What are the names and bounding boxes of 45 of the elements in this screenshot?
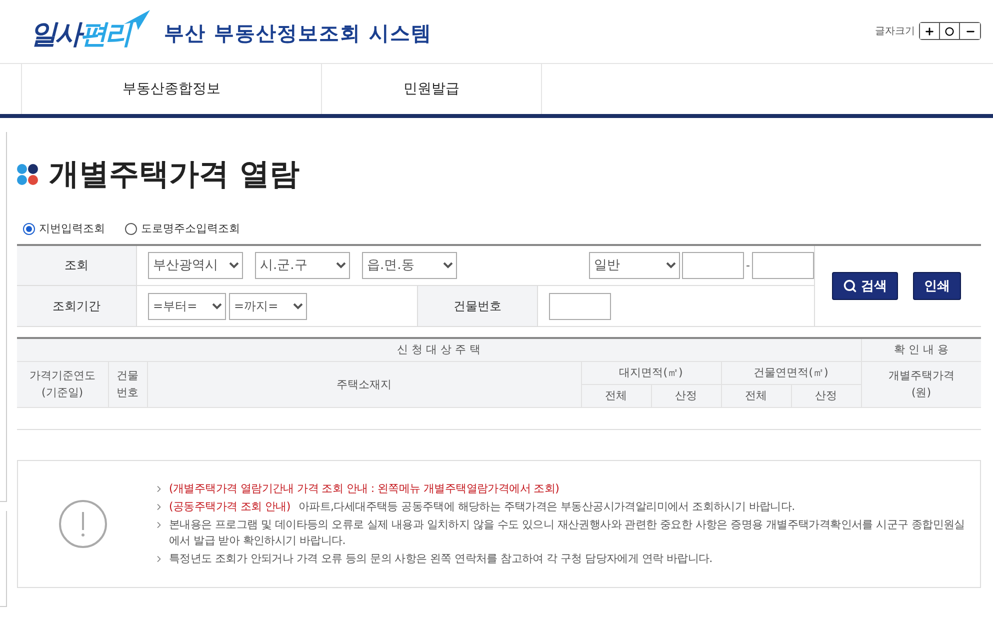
column-header: 산정 bbox=[651, 384, 721, 407]
zoom-in-button[interactable] bbox=[920, 23, 940, 39]
notice-text: (공동주택가격 조회 안내) 아파트,다세대주택등 공동주택에 해당하는 주택가격은 부동산공시가격알리미에서 조회하시기 바랍니다. bbox=[169, 498, 795, 514]
column-header: 산정 bbox=[791, 384, 861, 407]
dropdown-select[interactable]: =부터= bbox=[148, 292, 226, 320]
logo-wordmark[interactable]: 일사편리 bbox=[30, 12, 150, 52]
notice-text: 본내용은 프로그램 및 데이타등의 오류로 실제 내용과 일치하지 않을 수도 있으니 재산권행사와 관련한 중요한 사항은 증명용 개별주택가격확인서를 시군구 종합민원실에서 발급 받아 확인하시기 바랍니다. bbox=[169, 516, 966, 548]
lot-main-input[interactable] bbox=[682, 252, 744, 279]
column-header: 주택소재지 bbox=[147, 361, 581, 407]
four-dots-icon bbox=[17, 164, 40, 186]
search-button[interactable]: 검색 bbox=[832, 272, 898, 300]
dropdown-select[interactable]: 시.군.구 bbox=[255, 252, 350, 279]
column-header: 대지면적(㎡) bbox=[581, 361, 721, 384]
column-group-header: 신 청 대 상 주 택 bbox=[17, 338, 861, 361]
column-header: 건물연면적(㎡) bbox=[721, 361, 861, 384]
building-number-input[interactable] bbox=[549, 292, 612, 320]
exclamation-circle-icon bbox=[58, 498, 108, 548]
search-icon bbox=[843, 279, 857, 293]
notice-text: (개별주택가격 열람기간내 가격 조회 안내 : 왼쪽메뉴 개별주택열람가격에서 조회) bbox=[169, 480, 560, 496]
search-mode-radio[interactable]: 지번입력조회 bbox=[23, 221, 106, 236]
page-title: 개별주택가격 열람 bbox=[49, 156, 300, 194]
plus-icon bbox=[924, 26, 935, 36]
field-label: 조회기간 bbox=[17, 286, 138, 326]
column-header: 전체 bbox=[721, 384, 791, 407]
dropdown-select[interactable]: 부산광역시 bbox=[148, 252, 244, 279]
dropdown-select[interactable]: 일반 bbox=[589, 252, 680, 279]
column-header: 개별주택가격 (원) bbox=[861, 361, 981, 407]
notice-text: 특정년도 조회가 안되거나 가격 오류 등의 문의 사항은 왼쪽 연락처를 참고하여 각 구청 담당자에게 연락 바랍니다. bbox=[169, 550, 712, 566]
field-label: 조회 bbox=[17, 246, 138, 285]
search-mode-radio[interactable]: 도로명주소입력조회 bbox=[125, 221, 240, 236]
system-title: 부산 부동산정보조회 시스템 bbox=[164, 20, 432, 47]
column-header: 건물 번호 bbox=[108, 361, 148, 407]
print-button[interactable]: 인쇄 bbox=[913, 272, 961, 300]
nav-menu-item[interactable]: 부동산종합정보 bbox=[21, 64, 321, 114]
column-header: 전체 bbox=[581, 384, 651, 407]
column-header: 가격기준연도 (기준일) bbox=[17, 361, 108, 407]
nav-menu-item[interactable]: 민원발급 bbox=[321, 64, 542, 114]
dropdown-select[interactable]: 읍.면.동 bbox=[362, 252, 458, 279]
field-label: 건물번호 bbox=[418, 286, 538, 326]
lot-sub-input[interactable] bbox=[752, 252, 814, 279]
dash-separator: - bbox=[746, 259, 750, 272]
circle-icon bbox=[945, 26, 954, 36]
column-group-header: 확 인 내 용 bbox=[861, 338, 981, 361]
font-size-label: 글자크기 bbox=[875, 25, 915, 38]
dropdown-select[interactable]: =까지= bbox=[229, 292, 308, 320]
